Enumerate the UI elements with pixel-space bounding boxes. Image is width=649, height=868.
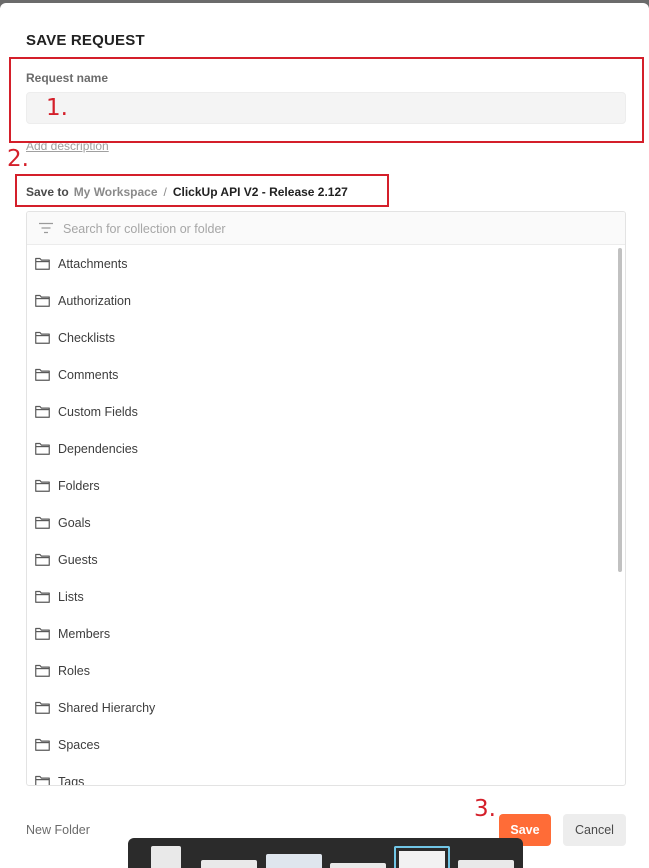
folder-icon (35, 368, 50, 381)
breadcrumb-separator: / (163, 185, 167, 199)
folder-icon (35, 479, 50, 492)
window-thumbnail[interactable] (201, 860, 257, 868)
folder-icon (35, 590, 50, 603)
save-request-dialog: SAVE REQUEST Request name Add descriptio… (0, 3, 649, 868)
save-to-breadcrumb: Save to My Workspace / ClickUp API V2 - Rel… (26, 185, 348, 199)
folder-icon (35, 405, 50, 418)
window-thumbnail[interactable] (151, 846, 181, 868)
folder-item-label: Spaces (58, 737, 100, 752)
folder-item[interactable]: Lists (27, 578, 617, 615)
scrollbar[interactable] (618, 248, 622, 572)
folder-item[interactable]: Dependencies (27, 430, 617, 467)
annotation-label-3: 3. (474, 796, 496, 822)
folder-item-label: Dependencies (58, 441, 138, 456)
breadcrumb-collection: ClickUp API V2 - Release 2.127 (172, 185, 348, 199)
folder-item[interactable]: Checklists (27, 319, 617, 356)
taskbar-preview (128, 838, 523, 868)
window-thumbnail[interactable] (458, 860, 514, 868)
folder-icon (35, 664, 50, 677)
folder-item-label: Goals (58, 515, 91, 530)
folder-item-label: Shared Hierarchy (58, 700, 156, 715)
collection-picker: Attachments Authorization Checklists Commen… (26, 211, 626, 786)
annotation-label-1: 1. (46, 95, 68, 121)
folder-icon (35, 738, 50, 751)
folder-item-label: Guests (58, 552, 98, 567)
folder-item[interactable]: Comments (27, 356, 617, 393)
window-thumbnail[interactable] (330, 863, 386, 868)
folder-item-label: Roles (58, 663, 90, 678)
folder-item[interactable]: Folders (27, 467, 617, 504)
folder-item[interactable]: Goals (27, 504, 617, 541)
folder-item-label: Comments (58, 367, 119, 382)
add-description-link[interactable]: Add description (26, 139, 109, 153)
folder-icon (35, 331, 50, 344)
folder-item-label: Custom Fields (58, 404, 138, 419)
window-thumbnail[interactable] (266, 854, 322, 868)
folder-item-label: Authorization (58, 293, 131, 308)
folder-icon (35, 627, 50, 640)
folder-item-label: Attachments (58, 256, 128, 271)
folder-item[interactable]: Custom Fields (27, 393, 617, 430)
request-name-input[interactable] (26, 92, 626, 124)
folder-icon (35, 701, 50, 714)
folder-item[interactable]: Attachments (27, 245, 617, 282)
request-name-label: Request name (26, 71, 109, 85)
folder-icon (35, 775, 50, 785)
folder-item-label: Folders (58, 478, 100, 493)
window-thumbnail-active[interactable] (394, 846, 450, 868)
folder-item[interactable]: Shared Hierarchy (27, 689, 617, 726)
folder-icon (35, 294, 50, 307)
folder-item[interactable]: Members (27, 615, 617, 652)
search-input[interactable] (61, 217, 605, 241)
folder-item[interactable]: Tags (27, 763, 617, 785)
folder-list: Attachments Authorization Checklists Commen… (27, 245, 617, 785)
folder-item[interactable]: Roles (27, 652, 617, 689)
folder-item[interactable]: Authorization (27, 282, 617, 319)
cancel-button[interactable]: Cancel (563, 814, 626, 846)
annotation-label-2: 2. (7, 146, 29, 172)
folder-item-label: Tags (58, 774, 85, 786)
folder-icon (35, 257, 50, 270)
filter-icon (39, 222, 53, 234)
breadcrumb-workspace[interactable]: My Workspace (74, 185, 158, 199)
new-folder-button[interactable]: New Folder (26, 823, 90, 837)
folder-item[interactable]: Guests (27, 541, 617, 578)
folder-item-label: Lists (58, 589, 84, 604)
save-to-label: Save to (26, 185, 69, 199)
folder-item-label: Checklists (58, 330, 115, 345)
folder-icon (35, 516, 50, 529)
dialog-title: SAVE REQUEST (26, 32, 145, 49)
folder-icon (35, 553, 50, 566)
folder-item[interactable]: Spaces (27, 726, 617, 763)
search-bar (27, 212, 625, 245)
folder-icon (35, 442, 50, 455)
folder-item-label: Members (58, 626, 111, 641)
